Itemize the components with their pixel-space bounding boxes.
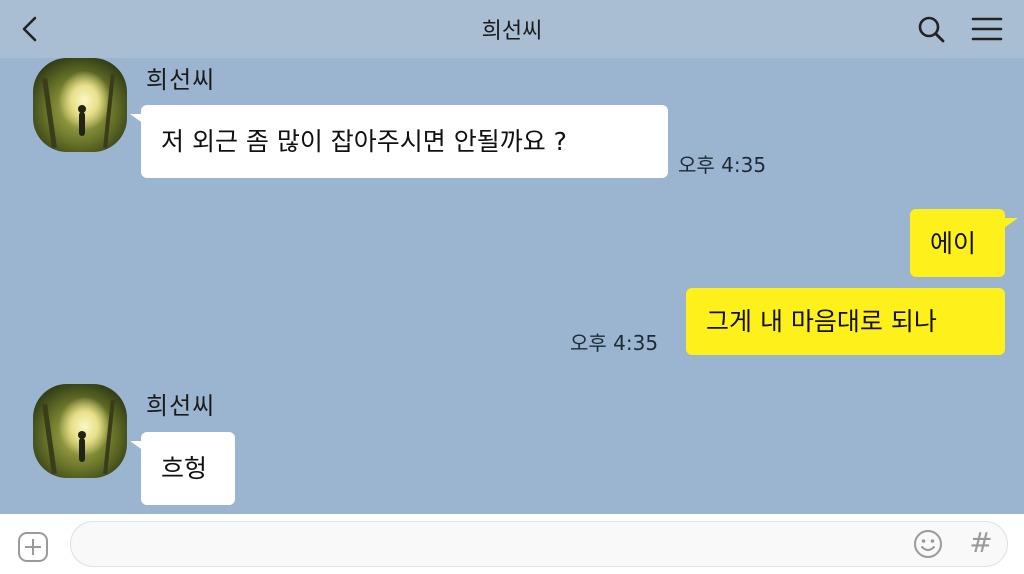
sender-avatar[interactable] bbox=[33, 384, 127, 478]
hash-icon[interactable]: # bbox=[966, 526, 996, 560]
message-bubble-incoming[interactable]: 저 외근 좀 많이 잡아주시면 안될까요 ? bbox=[141, 105, 668, 178]
bubble-tail bbox=[1004, 218, 1018, 228]
message-bubble-incoming[interactable]: 흐헝 bbox=[141, 432, 235, 505]
search-icon bbox=[918, 16, 945, 43]
message-time: 오후 4:35 bbox=[678, 153, 767, 177]
menu-button[interactable] bbox=[968, 12, 1006, 46]
message-input-bar: # bbox=[0, 514, 1024, 574]
smiley-icon bbox=[914, 530, 942, 558]
sender-name: 희선씨 bbox=[146, 66, 216, 94]
chat-title: 희선씨 bbox=[481, 19, 543, 44]
emoji-button[interactable] bbox=[912, 528, 944, 560]
back-button[interactable] bbox=[16, 12, 46, 46]
chevron-left-icon bbox=[22, 16, 37, 42]
search-button[interactable] bbox=[914, 12, 948, 46]
message-time: 오후 4:35 bbox=[570, 331, 659, 355]
message-bubble-outgoing[interactable]: 그게 내 마음대로 되나 bbox=[686, 288, 1005, 355]
plus-square-icon bbox=[18, 532, 48, 562]
message-bubble-outgoing[interactable]: 에이 bbox=[910, 209, 1005, 277]
message-input[interactable] bbox=[70, 521, 1008, 567]
sender-name: 희선씨 bbox=[146, 392, 216, 420]
attach-button[interactable] bbox=[17, 531, 49, 563]
chat-header: 희선씨 bbox=[0, 0, 1024, 58]
sender-avatar[interactable] bbox=[33, 58, 127, 152]
hamburger-menu-icon bbox=[971, 17, 1003, 41]
